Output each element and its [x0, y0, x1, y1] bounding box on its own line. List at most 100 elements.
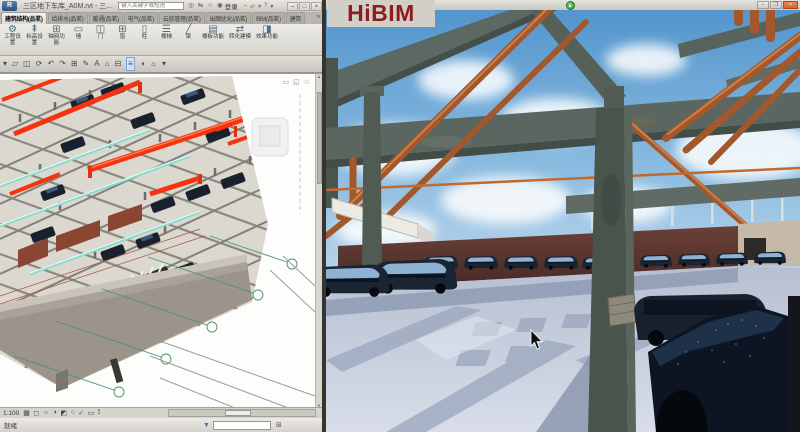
text-icon[interactable]: A — [94, 58, 99, 70]
play-button[interactable]: ▶ — [566, 1, 575, 10]
window-button[interactable]: ⊞ 窗 — [112, 24, 133, 41]
reveal-hidden-icon[interactable]: ▭ — [88, 409, 95, 417]
model-3d-view[interactable] — [0, 74, 315, 408]
print-icon[interactable]: ⊞ — [71, 58, 78, 70]
ribbon-tab[interactable]: 建筑结构(品茗) — [1, 12, 47, 24]
menu-arrow-icon[interactable]: ▾ — [3, 58, 7, 70]
help-dropdown-icon[interactable]: ▾ — [270, 3, 273, 10]
canvas-corner-icons: ▭ ◱ ☆ — [282, 78, 310, 86]
exchange-center-icon[interactable]: ⇆ — [198, 1, 203, 11]
minimize-button[interactable]: – — [757, 1, 769, 9]
shading-icon[interactable]: ◑ — [140, 58, 145, 70]
project-settings-button[interactable]: ⚙ 工程设置 — [2, 24, 23, 46]
section-icon[interactable]: ⊟ — [114, 58, 121, 70]
login-button[interactable]: 登录 — [225, 1, 238, 11]
tab-overflow-button[interactable]: » — [317, 14, 320, 20]
thin-lines-icon[interactable]: ≡ — [126, 57, 135, 71]
constraints-icon[interactable]: ⟟ — [98, 409, 101, 417]
detail-level-icon[interactable]: ▦ — [23, 409, 30, 417]
status-text: 就绪 — [4, 420, 17, 430]
close-button[interactable]: × — [311, 2, 322, 11]
dash-icon: ‒ — [244, 3, 247, 10]
cad-convert-button[interactable]: ⇄ 转化建模 — [227, 24, 253, 41]
save-icon[interactable]: ◫ — [23, 58, 31, 70]
redo-icon[interactable]: ↷ — [59, 58, 66, 70]
revit-titlebar: R 三区地下车库_A0M.rvt - 三... ◎ ⇆ ☆ ◉ 登录 ‒ ⇄ ▾ ? … — [0, 0, 322, 12]
ribbon-tab[interactable]: 云族管理(品茗) — [159, 12, 205, 24]
stair-button[interactable]: ☰ 楼梯 — [156, 24, 177, 41]
ribbon-button-label: 转化建模 — [227, 35, 253, 41]
grid-function-button[interactable]: ⊞ 轴网功能 — [46, 24, 67, 46]
screen: R 三区地下车库_A0M.rvt - 三... ◎ ⇆ ☆ ◉ 登录 ‒ ⇄ ▾ ? … — [0, 0, 800, 432]
ribbon-tab[interactable]: 暖通(品茗) — [89, 12, 123, 24]
visual-style-icon[interactable]: ◻ — [33, 409, 39, 417]
view-control-bar: 1:100 ▦◻ ☼ ◑◩ ○✓ ▭⟟ — [0, 407, 322, 418]
view-properties-icon[interactable]: ▭ — [282, 78, 289, 86]
window-title: 三区地下车库_A0M.rvt - 三... — [23, 1, 112, 11]
render-viewport[interactable] — [326, 0, 800, 432]
view-cube[interactable] — [252, 118, 288, 156]
undo-icon[interactable]: ↶ — [47, 58, 54, 70]
crop-region-icon[interactable]: ○ — [71, 409, 75, 417]
help-icon[interactable]: ? — [264, 3, 267, 10]
close-button[interactable]: × — [783, 1, 798, 9]
favorites-icon[interactable]: ☆ — [207, 1, 213, 11]
beam-button[interactable]: ╱ 梁 — [178, 24, 199, 41]
view-cube-toggle-icon[interactable]: ◱ — [293, 78, 300, 86]
vertical-scrollbar[interactable]: ▲▼ — [315, 74, 322, 408]
sun-icon[interactable]: ☼ — [150, 58, 157, 70]
help-search-input[interactable] — [118, 2, 184, 10]
drawing-area[interactable]: ▭ ◱ ☆ ▲▼ — [0, 73, 322, 407]
ribbon-panel: ⚙ 工程设置 ⇞ 标高设置 ⊞ 轴网功能 ▭ — [0, 24, 322, 56]
view-control-icons: ▦◻ ☼ ◑◩ ○✓ ▭⟟ — [23, 409, 104, 417]
slab-function-button[interactable]: ▤ 楼板功能 — [200, 24, 226, 41]
wall-button[interactable]: ▭ 墙 — [68, 24, 89, 41]
exchange-icon[interactable]: ⇄ — [250, 3, 255, 10]
revit-app-menu-button[interactable]: R — [2, 1, 17, 11]
ribbon-button-label: 墙 — [68, 35, 89, 41]
ribbon-button-label: 效果功能 — [254, 35, 280, 41]
ribbon-button-label: 柱 — [134, 35, 155, 41]
view-scale-button[interactable]: 1:100 — [3, 410, 19, 417]
ribbon-tab[interactable]: 出图优化(品茗) — [206, 12, 252, 24]
search-icon[interactable]: ◎ — [188, 1, 194, 11]
effect-function-button[interactable]: ◨ 效果功能 — [254, 24, 280, 41]
selection-filter-input[interactable] — [213, 421, 271, 430]
more-arrow-icon[interactable]: ▾ — [162, 58, 166, 70]
3d-view-icon[interactable]: ⌂ — [105, 58, 110, 70]
ribbon-button-label: 楼梯 — [156, 35, 177, 41]
temporary-hide-icon[interactable]: ✓ — [78, 409, 84, 417]
quick-access-toolbar: ▾ ▱ ◫ ⟳ ↶ ↷ ⊞ ✎ A ⌂ ⊟ ≡ ◑ ☼ ▾ — [0, 56, 322, 73]
door-button[interactable]: ◫ 门 — [90, 24, 111, 41]
horizontal-scrollbar[interactable] — [168, 409, 316, 417]
ribbon-button-label: 门 — [90, 35, 111, 41]
filter-icon[interactable]: ▼ — [203, 422, 210, 429]
ribbon-tab[interactable]: BIM(品茗) — [252, 12, 285, 24]
ribbon-button-label: 楼板功能 — [200, 35, 226, 41]
steering-wheel-icon[interactable]: ☆ — [304, 78, 310, 86]
maximize-button[interactable]: ❐ — [770, 1, 782, 9]
dropdown-icon[interactable]: ▾ — [258, 3, 261, 10]
column-button[interactable]: ▯ 柱 — [134, 24, 155, 41]
sun-path-icon[interactable]: ☼ — [43, 409, 49, 417]
ribbon-tab[interactable]: 给排水(品茗) — [48, 12, 88, 24]
ribbon-tab[interactable]: 电气(品茗) — [124, 12, 158, 24]
help-cluster: ‒ ⇄ ▾ ? ▾ — [244, 3, 274, 10]
scrollbar-thumb[interactable] — [225, 410, 251, 416]
sync-icon[interactable]: ⟳ — [36, 58, 43, 70]
modify-icon[interactable]: ✎ — [83, 58, 90, 70]
status-bar: 就绪 ▼ ⊞ — [0, 418, 322, 432]
maximize-button[interactable]: □ — [299, 2, 310, 11]
ribbon-tab[interactable]: 建筑 — [286, 12, 305, 24]
minimize-button[interactable]: – — [287, 2, 298, 11]
crop-view-icon[interactable]: ◩ — [60, 409, 67, 417]
level-settings-button[interactable]: ⇞ 标高设置 — [24, 24, 45, 46]
ribbon-tabs: 建筑结构(品茗)给排水(品茗)暖通(品茗)电气(品茗)云族管理(品茗)出图优化(… — [0, 12, 322, 24]
hibim-logo: HiBIM — [327, 0, 435, 27]
select-toggle-icon[interactable]: ⊞ — [276, 421, 282, 429]
open-file-icon[interactable]: ▱ — [12, 58, 18, 70]
ribbon-button-label: 窗 — [112, 35, 133, 41]
account-icon[interactable]: ◉ — [217, 1, 223, 11]
ribbon-button-label: 轴网功能 — [46, 35, 67, 46]
shadows-icon[interactable]: ◑ — [53, 409, 57, 417]
